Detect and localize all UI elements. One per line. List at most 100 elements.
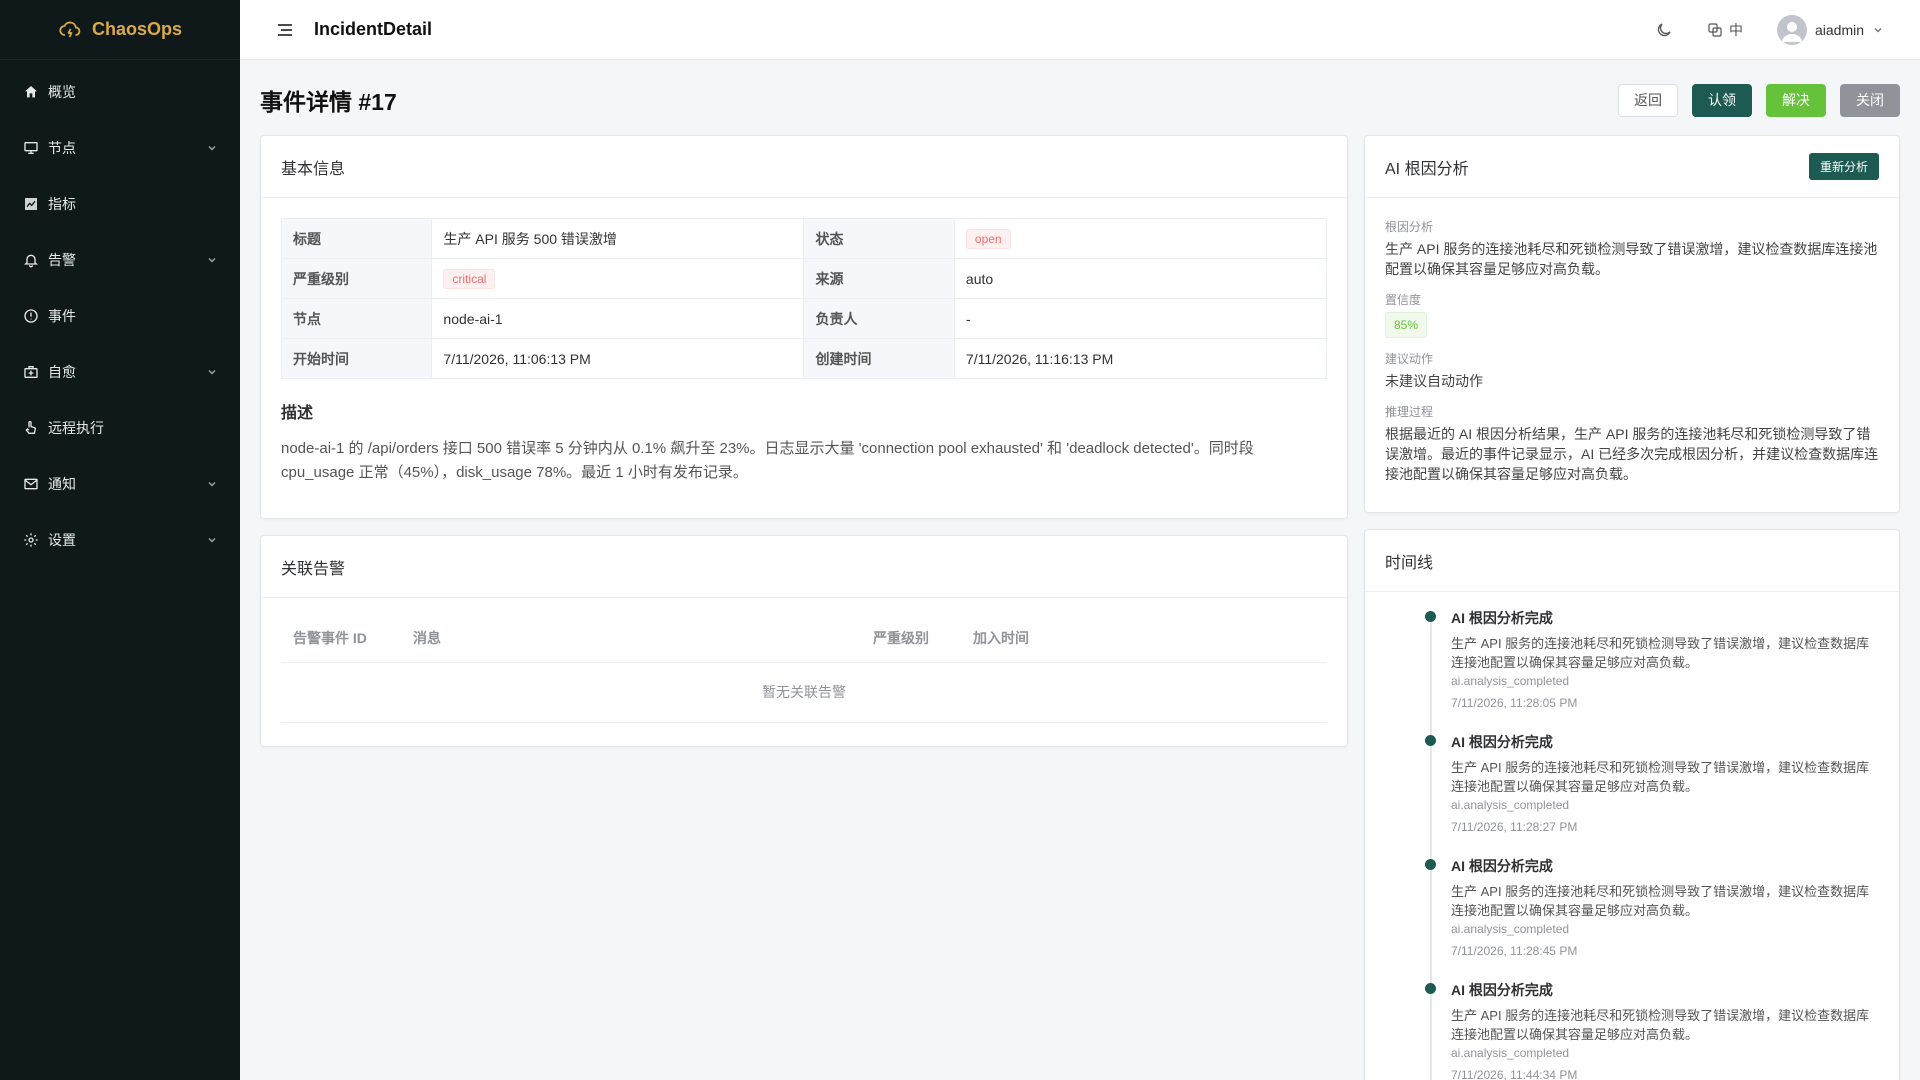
- basic-info-card: 基本信息 标题 生产 API 服务 500 错误激增 状态 open 严重级别 …: [260, 135, 1348, 519]
- avatar: [1776, 14, 1807, 45]
- field-key: 来源: [803, 258, 955, 299]
- sidebar: ChaosOps 概览 节点 指标 告警 事件 自愈 远程执行 通知 设置: [0, 0, 240, 1080]
- timeline-item: AI 根因分析完成 生产 API 服务的连接池耗尽和死锁检测导致了错误激增，建议…: [1425, 856, 1879, 958]
- moon-icon: [1657, 22, 1671, 36]
- page-header: 事件详情 #17 返回 认领 解决 关闭: [260, 60, 1900, 140]
- sidebar-item-label: 概览: [48, 84, 76, 100]
- table-row: 开始时间 7/11/2026, 11:06:13 PM 创建时间 7/11/20…: [280, 338, 1328, 379]
- field-key: 标题: [280, 218, 433, 259]
- table-row: 严重级别 critical 来源 auto: [280, 258, 1328, 299]
- card-header: AI 根因分析 重新分析: [1365, 136, 1899, 198]
- sidebar-item-settings[interactable]: 设置: [0, 512, 240, 568]
- field-key: 开始时间: [280, 338, 433, 379]
- language-toggle[interactable]: 中: [1707, 20, 1743, 40]
- claim-button[interactable]: 认领: [1692, 83, 1752, 117]
- chevron-down-icon: [208, 145, 216, 151]
- reasoning-label: 推理过程: [1385, 405, 1434, 419]
- back-button[interactable]: 返回: [1618, 83, 1678, 117]
- confidence-row: 85%: [1385, 312, 1879, 338]
- top-header: IncidentDetail 中 aiadmin: [240, 0, 1920, 60]
- timeline-title: AI 根因分析完成: [1451, 610, 1553, 626]
- table-row: 标题 生产 API 服务 500 错误激增 状态 open: [280, 218, 1328, 259]
- empty-state: 暂无关联告警: [281, 662, 1327, 723]
- timeline-text: 生产 API 服务的连接池耗尽和死锁检测导致了错误激增，建议检查数据库连接池配置…: [1451, 1008, 1870, 1042]
- column-header[interactable]: 加入时间: [961, 614, 1327, 663]
- chevron-down-icon: [208, 257, 216, 263]
- severity-badge: critical: [443, 268, 496, 289]
- confidence-badge: 85%: [1385, 312, 1428, 338]
- timeline-timestamp: 7/11/2026, 11:28:05 PM: [1451, 696, 1578, 710]
- reasoning-text: 根据最近的 AI 根因分析结果，生产 API 服务的连接池耗尽和死锁检测导致了错…: [1385, 426, 1879, 482]
- field-key: 创建时间: [803, 338, 955, 379]
- sidebar-item-alerts[interactable]: 告警: [0, 232, 240, 288]
- brand[interactable]: ChaosOps: [0, 0, 240, 60]
- description-text: node-ai-1 的 /api/orders 接口 500 错误率 5 分钟内…: [281, 440, 1254, 481]
- timeline-item: AI 根因分析完成 生产 API 服务的连接池耗尽和死锁检测导致了错误激增，建议…: [1425, 732, 1879, 834]
- column-header[interactable]: 告警事件 ID: [281, 614, 401, 663]
- username: aiadmin: [1814, 21, 1864, 38]
- status-badge: open: [965, 228, 1011, 249]
- field-value: auto: [953, 258, 1328, 299]
- timeline-event-code: ai.analysis_completed: [1451, 1046, 1570, 1060]
- timeline-text: 生产 API 服务的连接池耗尽和死锁检测导致了错误激增，建议检查数据库连接池配置…: [1451, 636, 1870, 670]
- main-content: 事件详情 #17 返回 认领 解决 关闭 基本信息 标题 生产 API 服务 5…: [240, 60, 1920, 1080]
- header-actions: 中 aiadmin: [1655, 14, 1884, 45]
- timeline-card: 时间线 AI 根因分析完成 生产 API 服务的连接池耗尽和死锁检测导致了错误激…: [1364, 529, 1900, 1080]
- root-cause-text: 生产 API 服务的连接池耗尽和死锁检测导致了错误激增，建议检查数据库连接池配置…: [1385, 241, 1878, 277]
- chevron-down-icon: [1874, 27, 1882, 33]
- field-value: 7/11/2026, 11:06:13 PM: [431, 338, 805, 379]
- sidebar-item-label: 告警: [48, 252, 76, 268]
- timeline-dot: [1425, 735, 1436, 746]
- reanalyze-button[interactable]: 重新分析: [1808, 153, 1879, 180]
- medkit-icon: [22, 363, 40, 381]
- monitor-icon: [22, 139, 40, 157]
- table-row: 暂无关联告警: [281, 662, 1327, 723]
- page-title: 事件详情 #17: [260, 89, 397, 115]
- field-value: 生产 API 服务 500 错误激增: [431, 218, 805, 259]
- sidebar-item-notifications[interactable]: 通知: [0, 456, 240, 512]
- root-cause-label: 根因分析: [1385, 220, 1434, 234]
- field-key: 状态: [803, 218, 955, 259]
- sidebar-item-metrics[interactable]: 指标: [0, 176, 240, 232]
- close-button[interactable]: 关闭: [1840, 83, 1900, 117]
- sidebar-item-label: 自愈: [48, 364, 76, 380]
- bell-icon: [22, 251, 40, 269]
- column-header[interactable]: 消息: [401, 614, 861, 663]
- timeline-text: 生产 API 服务的连接池耗尽和死锁检测导致了错误激增，建议检查数据库连接池配置…: [1451, 884, 1870, 918]
- mail-icon: [22, 475, 40, 493]
- sidebar-item-label: 设置: [48, 532, 76, 548]
- card-header: 时间线: [1365, 530, 1899, 592]
- user-menu[interactable]: aiadmin: [1776, 14, 1884, 45]
- timeline-title: AI 根因分析完成: [1451, 734, 1553, 750]
- card-header: 基本信息: [261, 136, 1347, 198]
- timeline-event-code: ai.analysis_completed: [1451, 674, 1570, 688]
- gear-icon: [22, 531, 40, 549]
- hand-pointer-icon: [22, 419, 40, 437]
- header-title: IncidentDetail: [314, 19, 433, 39]
- chevron-down-icon: [208, 481, 216, 487]
- sidebar-item-label: 事件: [48, 308, 76, 324]
- sidebar-item-nodes[interactable]: 节点: [0, 120, 240, 176]
- timeline-timestamp: 7/11/2026, 11:28:45 PM: [1451, 944, 1578, 958]
- sidebar-item-remote-exec[interactable]: 远程执行: [0, 400, 240, 456]
- language-label: 中: [1728, 21, 1743, 38]
- sidebar-item-overview[interactable]: 概览: [0, 64, 240, 120]
- table-header-row: 告警事件 ID 消息 严重级别 加入时间: [281, 614, 1327, 663]
- timeline-item: AI 根因分析完成 生产 API 服务的连接池耗尽和死锁检测导致了错误激增，建议…: [1425, 608, 1879, 710]
- sidebar-item-label: 节点: [48, 140, 76, 156]
- timeline: AI 根因分析完成 生产 API 服务的连接池耗尽和死锁检测导致了错误激增，建议…: [1365, 592, 1899, 1080]
- menu-toggle-icon[interactable]: [276, 21, 294, 39]
- chevron-down-icon: [208, 369, 216, 375]
- sidebar-item-incidents[interactable]: 事件: [0, 288, 240, 344]
- sidebar-item-self-healing[interactable]: 自愈: [0, 344, 240, 400]
- home-icon: [22, 83, 40, 101]
- card-title: 关联告警: [281, 560, 346, 578]
- cloud-bolt-icon: [59, 21, 81, 37]
- theme-toggle[interactable]: [1655, 21, 1673, 39]
- timeline-item: AI 根因分析完成 生产 API 服务的连接池耗尽和死锁检测导致了错误激增，建议…: [1425, 980, 1879, 1080]
- user-icon: [1781, 21, 1802, 42]
- sidebar-item-label: 通知: [48, 476, 76, 492]
- resolve-button[interactable]: 解决: [1766, 83, 1826, 117]
- action-label: 建议动作: [1385, 352, 1434, 366]
- column-header[interactable]: 严重级别: [861, 614, 961, 663]
